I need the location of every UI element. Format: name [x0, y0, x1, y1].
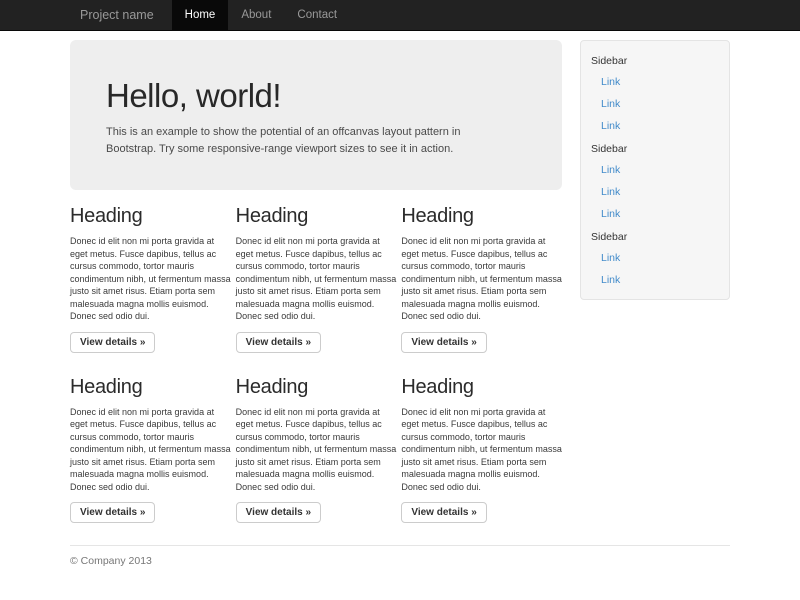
sidebar-link[interactable]: Link: [581, 247, 729, 269]
card-body-text: Donec id elit non mi porta gravida at eg…: [401, 235, 562, 323]
card: Heading Donec id elit non mi porta gravi…: [70, 190, 231, 353]
main-row: Hello, world! This is an example to show…: [70, 40, 730, 523]
sidebar-link[interactable]: Link: [581, 203, 729, 225]
sidebar-group: Sidebar Link Link Link: [581, 137, 729, 225]
sidebar-group: Sidebar Link Link Link: [581, 49, 729, 137]
card: Heading Donec id elit non mi porta gravi…: [401, 190, 562, 353]
sidebar-link[interactable]: Link: [581, 159, 729, 181]
page-title: Hello, world!: [106, 78, 526, 114]
sidebar-link[interactable]: Link: [581, 115, 729, 137]
nav-item-contact[interactable]: Contact: [284, 0, 350, 30]
view-details-button[interactable]: View details »: [236, 332, 321, 353]
navbar-container: Project name Home About Contact: [70, 0, 730, 30]
navbar-menu: Home About Contact: [172, 0, 350, 30]
card: Heading Donec id elit non mi porta gravi…: [236, 361, 397, 524]
page-container: Hello, world! This is an example to show…: [70, 40, 730, 597]
view-details-button[interactable]: View details »: [70, 502, 155, 523]
sidebar-link[interactable]: Link: [581, 269, 729, 291]
sidebar-link[interactable]: Link: [581, 181, 729, 203]
view-details-button[interactable]: View details »: [401, 332, 486, 353]
nav-item-about[interactable]: About: [228, 0, 284, 30]
card-body-text: Donec id elit non mi porta gravida at eg…: [70, 235, 231, 323]
jumbotron: Hello, world! This is an example to show…: [70, 40, 562, 190]
sidebar-link[interactable]: Link: [581, 93, 729, 115]
card-row-1: Heading Donec id elit non mi porta gravi…: [70, 190, 562, 353]
navbar-brand[interactable]: Project name: [70, 0, 172, 30]
card: Heading Donec id elit non mi porta gravi…: [236, 190, 397, 353]
card-heading: Heading: [236, 376, 397, 398]
view-details-button[interactable]: View details »: [70, 332, 155, 353]
sidebar-group-heading: Sidebar: [581, 225, 729, 247]
card-heading: Heading: [70, 205, 231, 227]
sidebar: Sidebar Link Link Link Sidebar Link Link…: [580, 40, 730, 300]
sidebar-group-heading: Sidebar: [581, 137, 729, 159]
card-heading: Heading: [401, 205, 562, 227]
page-footer: © Company 2013: [70, 545, 730, 597]
card-body-text: Donec id elit non mi porta gravida at eg…: [70, 406, 231, 494]
view-details-button[interactable]: View details »: [236, 502, 321, 523]
card: Heading Donec id elit non mi porta gravi…: [70, 361, 231, 524]
card-body-text: Donec id elit non mi porta gravida at eg…: [401, 406, 562, 494]
sidebar-group-heading: Sidebar: [581, 49, 729, 71]
view-details-button[interactable]: View details »: [401, 502, 486, 523]
sidebar-group: Sidebar Link Link: [581, 225, 729, 291]
sidebar-panel: Sidebar Link Link Link Sidebar Link Link…: [580, 40, 730, 300]
main-content: Hello, world! This is an example to show…: [70, 40, 562, 523]
card-heading: Heading: [236, 205, 397, 227]
card-row-2: Heading Donec id elit non mi porta gravi…: [70, 361, 562, 524]
nav-item-home[interactable]: Home: [172, 0, 229, 30]
card-heading: Heading: [401, 376, 562, 398]
jumbotron-description: This is an example to show the potential…: [106, 124, 502, 158]
top-navbar: Project name Home About Contact: [0, 0, 800, 31]
card-body-text: Donec id elit non mi porta gravida at eg…: [236, 406, 397, 494]
card: Heading Donec id elit non mi porta gravi…: [401, 361, 562, 524]
sidebar-link[interactable]: Link: [581, 71, 729, 93]
card-body-text: Donec id elit non mi porta gravida at eg…: [236, 235, 397, 323]
card-heading: Heading: [70, 376, 231, 398]
copyright-text: © Company 2013: [70, 555, 730, 567]
